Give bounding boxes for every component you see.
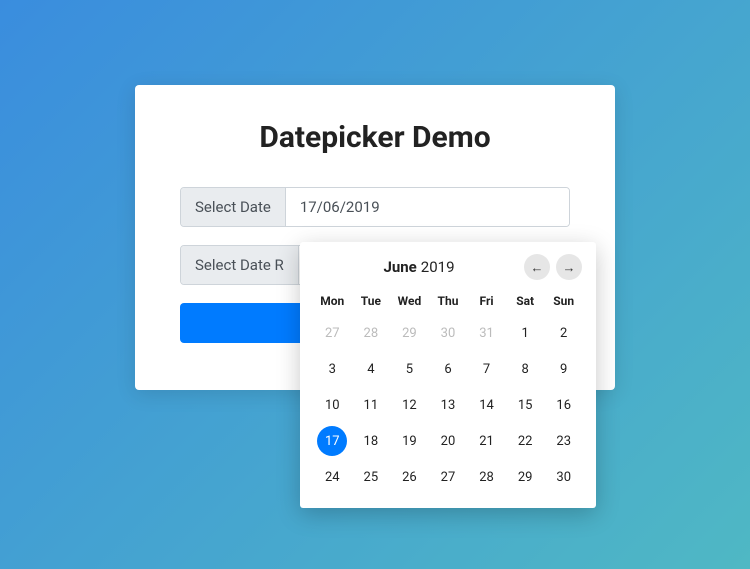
day-cell[interactable]: 10: [314, 388, 351, 422]
day-cell[interactable]: 29: [507, 460, 544, 494]
day-cell[interactable]: 25: [353, 460, 390, 494]
day-cell[interactable]: 28: [353, 316, 390, 350]
datepicker-popup: June2019 ← → MonTueWedThuFriSatSun272829…: [300, 242, 596, 508]
dow-header: Mon: [314, 288, 351, 314]
day-cell[interactable]: 26: [391, 460, 428, 494]
next-month-button[interactable]: →: [556, 254, 582, 280]
day-cell[interactable]: 29: [391, 316, 428, 350]
day-cell[interactable]: 1: [507, 316, 544, 350]
day-cell[interactable]: 30: [545, 460, 582, 494]
day-cell[interactable]: 12: [391, 388, 428, 422]
day-cell[interactable]: 5: [391, 352, 428, 386]
day-cell[interactable]: 2: [545, 316, 582, 350]
day-cell[interactable]: 7: [468, 352, 505, 386]
day-cell[interactable]: 8: [507, 352, 544, 386]
day-cell[interactable]: 6: [430, 352, 467, 386]
day-cell[interactable]: 22: [507, 424, 544, 458]
day-cell[interactable]: 18: [353, 424, 390, 458]
arrow-right-icon: →: [563, 260, 576, 275]
day-cell[interactable]: 19: [391, 424, 428, 458]
day-cell[interactable]: 11: [353, 388, 390, 422]
day-cell-selected[interactable]: 17: [317, 426, 347, 456]
dow-header: Sun: [545, 288, 582, 314]
day-cell[interactable]: 13: [430, 388, 467, 422]
prev-month-button[interactable]: ←: [524, 254, 550, 280]
calendar-nav: ← →: [524, 254, 582, 280]
day-cell[interactable]: 20: [430, 424, 467, 458]
calendar-month: June: [383, 258, 416, 276]
page-title: Datepicker Demo: [180, 120, 570, 155]
day-cell[interactable]: 27: [314, 316, 351, 350]
day-cell[interactable]: 24: [314, 460, 351, 494]
day-cell[interactable]: 9: [545, 352, 582, 386]
day-cell[interactable]: 31: [468, 316, 505, 350]
day-cell[interactable]: 16: [545, 388, 582, 422]
date-input-group: Select Date: [180, 187, 570, 227]
day-cell[interactable]: 23: [545, 424, 582, 458]
arrow-left-icon: ←: [531, 260, 544, 275]
dow-header: Fri: [468, 288, 505, 314]
dow-header: Thu: [430, 288, 467, 314]
calendar-year: 2019: [421, 258, 455, 276]
range-input-label: Select Date R: [181, 246, 299, 284]
day-cell[interactable]: 21: [468, 424, 505, 458]
day-cell[interactable]: 14: [468, 388, 505, 422]
day-cell[interactable]: 28: [468, 460, 505, 494]
calendar-grid: MonTueWedThuFriSatSun2728293031123456789…: [314, 288, 582, 494]
dow-header: Wed: [391, 288, 428, 314]
dow-header: Sat: [507, 288, 544, 314]
calendar-title: June 2019: [314, 258, 524, 276]
dow-header: Tue: [353, 288, 390, 314]
day-cell[interactable]: 15: [507, 388, 544, 422]
day-cell[interactable]: 3: [314, 352, 351, 386]
day-cell[interactable]: 4: [353, 352, 390, 386]
day-cell[interactable]: 30: [430, 316, 467, 350]
date-input[interactable]: [286, 188, 569, 226]
calendar-header: June 2019 ← →: [314, 254, 582, 280]
date-input-label: Select Date: [181, 188, 286, 226]
day-cell[interactable]: 27: [430, 460, 467, 494]
